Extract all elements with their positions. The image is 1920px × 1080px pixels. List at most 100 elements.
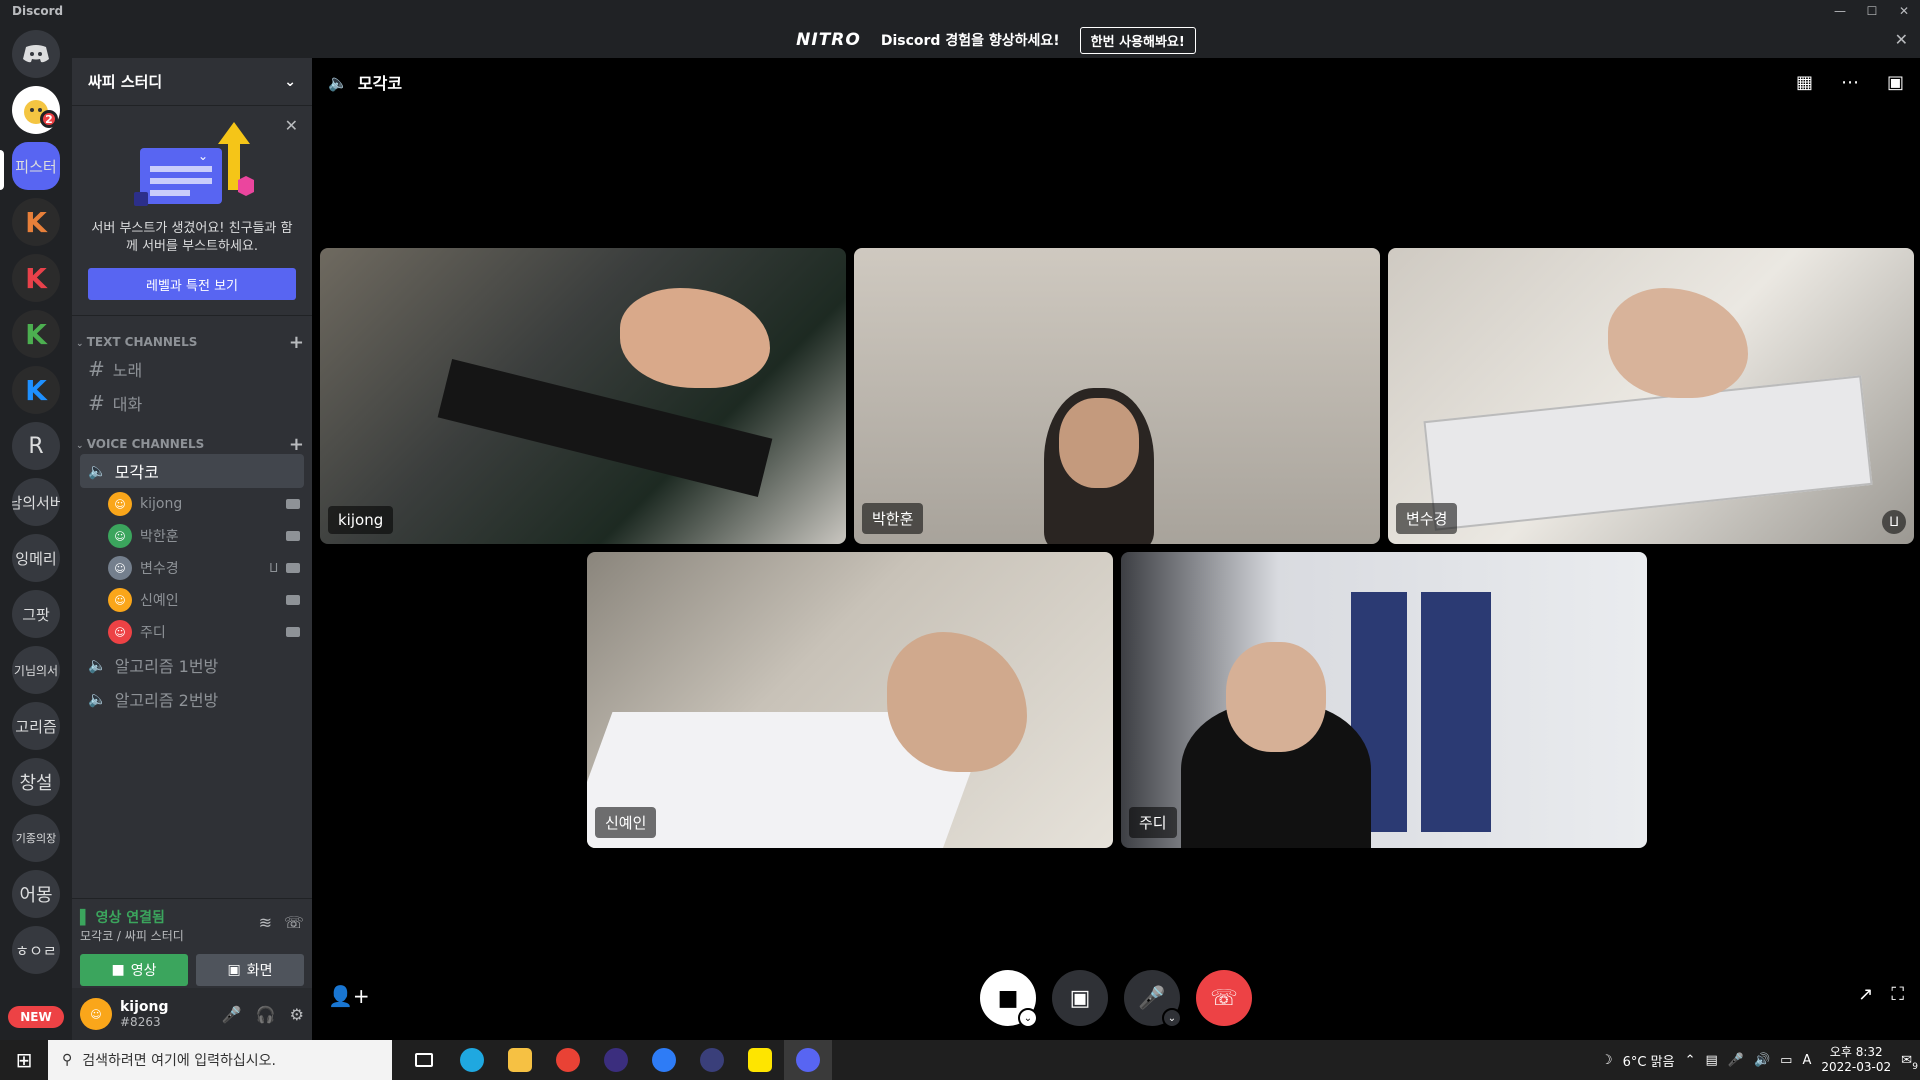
noise-suppression-icon[interactable]: ≋ [259, 913, 272, 932]
boost-close-icon[interactable]: ✕ [285, 116, 298, 135]
microphone-icon[interactable]: 🎤 [1728, 1053, 1744, 1068]
notification-icon[interactable]: ✉ 9 [1901, 1053, 1918, 1072]
guild-9[interactable]: ㅎㅇㄹ [12, 926, 60, 974]
screen-share-button[interactable]: ▣ [1052, 970, 1108, 1026]
text-channel-noraе[interactable]: # 노래 [80, 352, 304, 386]
guild-k-red[interactable]: K [12, 254, 60, 302]
video-tile[interactable]: 박한훈 [854, 248, 1380, 544]
guild-k-orange[interactable]: K [12, 198, 60, 246]
guild-2[interactable]: 잉메리 [12, 534, 60, 582]
guild-5[interactable]: 고리즘 [12, 702, 60, 750]
maximize-icon[interactable]: ☐ [1856, 0, 1888, 22]
camera-toggle-button[interactable]: ■ ⌄ [980, 970, 1038, 1028]
chevron-up-icon[interactable]: ⌃ [1685, 1053, 1696, 1068]
door-shape [1421, 592, 1491, 832]
weather-text[interactable]: 6°C 맑음 [1623, 1051, 1675, 1070]
voice-channel-mogakco[interactable]: 🔈 모각코 [80, 454, 304, 488]
network-icon[interactable]: ▤ [1705, 1053, 1717, 1068]
view-perks-button[interactable]: 레벨과 특전 보기 [88, 268, 296, 300]
guild-k-green[interactable]: K [12, 310, 60, 358]
participant-name: 변수경 [1396, 503, 1458, 534]
stage-bottom-right: ↗ ⛶ [1858, 984, 1904, 1005]
banner-close-icon[interactable]: ✕ [1895, 30, 1908, 49]
microphone-icon[interactable]: 🎤 [222, 1005, 242, 1024]
discord-home-icon[interactable] [12, 30, 60, 78]
eclipse-icon[interactable] [592, 1040, 640, 1080]
headphones-icon[interactable]: 🎧 [256, 1005, 276, 1024]
volume-icon[interactable]: 🔊 [1754, 1053, 1770, 1068]
guild-1[interactable]: 남의서버 [12, 478, 60, 526]
guild-k-blue[interactable]: K [12, 366, 60, 414]
add-channel-icon[interactable]: + [289, 434, 304, 455]
invite-user-icon[interactable]: 👤+ [328, 984, 370, 1008]
chevron-down-icon[interactable]: ⌄ [1162, 1008, 1182, 1028]
server-name: 싸피 스터디 [88, 73, 163, 91]
guild-7[interactable]: 기종의장 [12, 814, 60, 862]
video-tile[interactable]: 신예인 [587, 552, 1113, 848]
task-view-icon[interactable] [400, 1040, 448, 1080]
voice-user[interactable]: ☺ 변수경 ⨿ [108, 552, 304, 584]
chrome-icon[interactable] [544, 1040, 592, 1080]
more-options-icon[interactable]: ⋯ [1841, 72, 1859, 93]
guild-4[interactable]: 기님의서 [12, 646, 60, 694]
search-placeholder: 검색하려면 여기에 입력하십시오. [82, 1053, 276, 1069]
edge-icon[interactable] [448, 1040, 496, 1080]
stage-toolbar: ▦ ⋯ ▣ [1796, 72, 1904, 93]
voice-user[interactable]: ☺ 박한훈 [108, 520, 304, 552]
voice-channel-algo-2[interactable]: 🔈 알고리즘 2번방 [80, 682, 304, 716]
clock[interactable]: 오후 8:32 2022-03-02 [1821, 1045, 1891, 1075]
nitro-try-button[interactable]: 한번 사용해봐요! [1079, 26, 1196, 54]
laptop-shape [1423, 375, 1873, 531]
ime-indicator[interactable]: A [1802, 1053, 1811, 1068]
camera-icon [286, 531, 300, 541]
text-channel-daehwa[interactable]: # 대화 [80, 386, 304, 420]
taskbar-search[interactable]: ⚲ 검색하려면 여기에 입력하십시오. [48, 1040, 392, 1080]
popout-icon[interactable]: ↗ [1858, 984, 1873, 1005]
chevron-down-icon: ⌄ [284, 73, 296, 90]
avatar[interactable]: ☺ [80, 998, 112, 1030]
grid-layout-icon[interactable]: ▦ [1796, 72, 1813, 93]
new-badge[interactable]: NEW [8, 1006, 64, 1028]
guild-6[interactable]: 창설 [12, 758, 60, 806]
video-button[interactable]: ■ 영상 [80, 954, 188, 986]
voice-status[interactable]: ▌ 영상 연결됨 [80, 907, 184, 927]
voice-user[interactable]: ☺ kijong [108, 488, 304, 520]
disconnect-button[interactable]: ☏ [1196, 970, 1252, 1026]
chevron-down-icon[interactable]: ⌄ [1018, 1008, 1038, 1028]
voice-user[interactable]: ☺ 신예인 [108, 584, 304, 616]
guild-ssafy-study[interactable]: 피스터 [12, 142, 60, 190]
disconnect-icon[interactable]: ☏ [284, 913, 304, 932]
app-blue-icon[interactable] [640, 1040, 688, 1080]
windows-start-icon[interactable]: ⊞ [0, 1040, 48, 1080]
svg-text:⌄: ⌄ [198, 149, 208, 163]
hand-shape [620, 288, 770, 388]
minimize-icon[interactable]: — [1824, 0, 1856, 22]
guild-3[interactable]: 그팟 [12, 590, 60, 638]
fullscreen-icon[interactable]: ⛶ [1891, 984, 1904, 1005]
server-header[interactable]: 싸피 스터디 ⌄ [72, 58, 312, 106]
video-tile[interactable]: 주디 [1121, 552, 1647, 848]
voice-channel-algo-1[interactable]: 🔈 알고리즘 1번방 [80, 648, 304, 682]
file-explorer-icon[interactable] [496, 1040, 544, 1080]
gear-icon[interactable]: ⚙ [290, 1005, 304, 1024]
close-icon[interactable]: ✕ [1888, 0, 1920, 22]
voice-connection-panel: ▌ 영상 연결됨 모각코 / 싸피 스터디 ≋ ☏ ■ 영상 ▣ 화면 [72, 898, 312, 988]
guild-r[interactable]: R [12, 422, 60, 470]
screen-share-button[interactable]: ▣ 화면 [196, 954, 304, 986]
kakaotalk-icon[interactable] [736, 1040, 784, 1080]
display-icon[interactable]: ▭ [1780, 1053, 1792, 1068]
text-category[interactable]: ⌄ TEXT CHANNELS + [72, 332, 312, 353]
popout-icon[interactable]: ▣ [1887, 72, 1904, 93]
mention-badge: 2 [40, 110, 58, 128]
discord-taskbar-icon[interactable] [784, 1040, 832, 1080]
app-clock-icon[interactable] [688, 1040, 736, 1080]
channel-sidebar: 싸피 스터디 ⌄ ✕ ⌄ 서버 부스트가 생겼어요! 친구들과 함께 서버를 부… [72, 58, 312, 1040]
mic-toggle-button[interactable]: 🎤 ⌄ [1124, 970, 1182, 1028]
boost-text: 서버 부스트가 생겼어요! 친구들과 함께 서버를 부스트하세요. [91, 221, 293, 254]
voice-user[interactable]: ☺ 주디 [108, 616, 304, 648]
voice-category[interactable]: ⌄ VOICE CHANNELS + [72, 434, 312, 455]
add-channel-icon[interactable]: + [289, 332, 304, 353]
guild-8[interactable]: 어몽 [12, 870, 60, 918]
video-tile[interactable]: 변수경 ⨿ [1388, 248, 1914, 544]
video-tile[interactable]: kijong [320, 248, 846, 544]
